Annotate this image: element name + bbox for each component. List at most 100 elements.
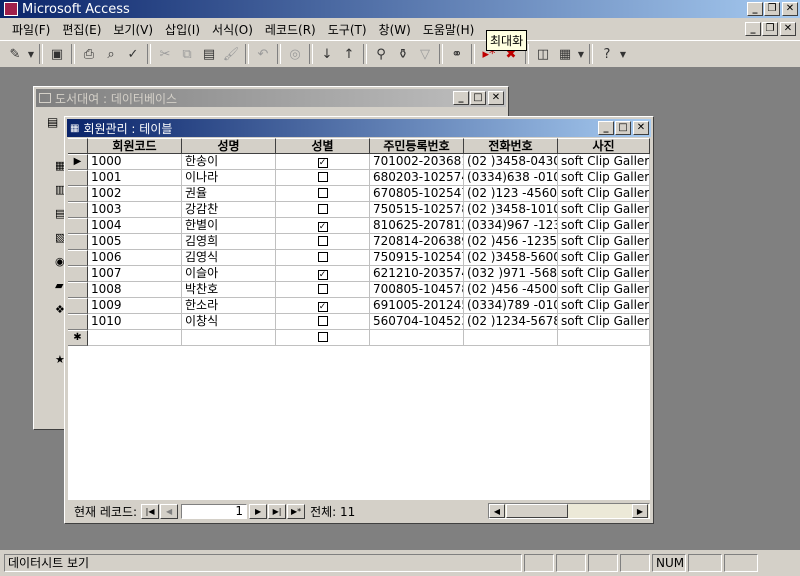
help-icon[interactable]: ? [596, 43, 618, 65]
current-record-field[interactable]: 1 [181, 503, 248, 519]
cell-photo[interactable]: soft Clip Gallery [558, 218, 650, 234]
cell-ssn[interactable]: 560704-1045236 [370, 314, 464, 330]
table-row[interactable]: ▶1000한송이 ✓ 701002-2036812(02 )3458-0430sof… [68, 154, 650, 170]
db-minimize-button[interactable]: _ [453, 91, 469, 105]
cell-gender[interactable]: ✓ [276, 154, 370, 170]
menu-file[interactable]: 파일(F) [6, 21, 56, 38]
scroll-thumb[interactable] [506, 504, 568, 518]
record-selector[interactable] [68, 218, 88, 234]
next-record-button[interactable]: ▶ [249, 503, 268, 519]
cell-name[interactable]: 강감찬 [182, 202, 276, 218]
table-maximize-button[interactable]: □ [615, 121, 631, 135]
cell-name[interactable]: 김영희 [182, 234, 276, 250]
cell-ssn[interactable]: 701002-2036812 [370, 154, 464, 170]
cell-name[interactable]: 이창식 [182, 314, 276, 330]
table-row[interactable]: 1008박찬호 700805-1045781(02 )456 -4500soft … [68, 282, 650, 298]
gender-checkbox[interactable]: ✓ [317, 222, 328, 232]
record-selector[interactable] [68, 234, 88, 250]
sort-descending-icon[interactable]: ↑ [338, 43, 360, 65]
menu-window[interactable]: 창(W) [373, 21, 417, 38]
table-row[interactable]: 1007이슬아 ✓ 621210-2035741(032 )971 -5689sof… [68, 266, 650, 282]
doc-close-button[interactable]: ✕ [780, 22, 796, 36]
doc-restore-button[interactable]: ❐ [762, 22, 778, 36]
format-painter-icon[interactable]: 🖌 [220, 43, 242, 65]
gender-checkbox[interactable]: ✓ [317, 270, 328, 280]
gender-checkbox[interactable] [317, 332, 328, 342]
scroll-left-button[interactable]: ◀ [489, 504, 505, 518]
cell-gender[interactable] [276, 250, 370, 266]
cell-ssn[interactable]: 670805-1025478 [370, 186, 464, 202]
cell-phone[interactable]: (02 )3458-1010 [464, 202, 558, 218]
cell-phone[interactable]: (02 )456 -4500 [464, 282, 558, 298]
view-dropdown-icon[interactable]: ▼ [26, 43, 36, 65]
column-header-phone[interactable]: 전화번호 [464, 138, 558, 154]
cell-name[interactable]: 이슬아 [182, 266, 276, 282]
print-preview-icon[interactable]: ⌕ [100, 43, 122, 65]
cell-name[interactable]: 박찬호 [182, 282, 276, 298]
cell-photo[interactable]: soft Clip Gallery [558, 282, 650, 298]
spelling-icon[interactable]: ✓ [122, 43, 144, 65]
cell-gender[interactable] [276, 202, 370, 218]
horizontal-scrollbar[interactable]: ◀ ▶ [488, 503, 650, 519]
apply-filter-icon[interactable]: ▽ [414, 43, 436, 65]
gender-checkbox[interactable] [317, 316, 328, 326]
close-button[interactable]: ✕ [782, 2, 798, 16]
doc-minimize-button[interactable]: _ [745, 22, 761, 36]
db-close-button[interactable]: ✕ [488, 91, 504, 105]
cell-code[interactable]: 1005 [88, 234, 182, 250]
gender-checkbox[interactable] [317, 188, 328, 198]
cell-photo[interactable] [558, 330, 650, 346]
cell-phone[interactable]: (02 )1234-5678 [464, 314, 558, 330]
insert-hyperlink-icon[interactable]: ◎ [284, 43, 306, 65]
cell-phone[interactable]: (0334)638 -0102 [464, 170, 558, 186]
last-record-button[interactable]: ▶| [268, 503, 287, 519]
cell-ssn[interactable]: 621210-2035741 [370, 266, 464, 282]
record-selector[interactable] [68, 170, 88, 186]
cell-ssn[interactable]: 750915-1025478 [370, 250, 464, 266]
cell-code[interactable]: 1002 [88, 186, 182, 202]
gender-checkbox[interactable]: ✓ [317, 158, 328, 168]
db-open-icon[interactable]: ▤ [47, 115, 58, 129]
cell-ssn[interactable]: 810625-2078124 [370, 218, 464, 234]
print-icon[interactable]: ⎙ [78, 43, 100, 65]
cell-phone[interactable]: (02 )3458-0430 [464, 154, 558, 170]
cell-photo[interactable]: soft Clip Gallery [558, 250, 650, 266]
cell-gender[interactable] [276, 186, 370, 202]
record-selector[interactable] [68, 250, 88, 266]
record-selector[interactable] [68, 298, 88, 314]
menu-edit[interactable]: 편집(E) [56, 21, 107, 38]
cell-code[interactable]: 1006 [88, 250, 182, 266]
cell-phone[interactable]: (032 )971 -5689 [464, 266, 558, 282]
cell-gender[interactable]: ✓ [276, 218, 370, 234]
new-object-dropdown-icon[interactable]: ▼ [576, 43, 586, 65]
cell-ssn[interactable]: 691005-2012457 [370, 298, 464, 314]
cell-name[interactable]: 이나라 [182, 170, 276, 186]
find-icon[interactable]: ⚭ [446, 43, 468, 65]
cell-code[interactable]: 1008 [88, 282, 182, 298]
column-header-ssn[interactable]: 주민등록번호 [370, 138, 464, 154]
gender-checkbox[interactable] [317, 204, 328, 214]
record-selector[interactable] [68, 314, 88, 330]
menu-format[interactable]: 서식(O) [206, 21, 259, 38]
cell-photo[interactable]: soft Clip Gallery [558, 314, 650, 330]
new-record-selector[interactable]: ✱ [68, 330, 88, 346]
table-row[interactable]: 1001이나라 680203-1025741(0334)638 -0102soft… [68, 170, 650, 186]
cell-photo[interactable]: soft Clip Gallery [558, 170, 650, 186]
table-row[interactable]: 1005김영희 720814-2063895(02 )456 -1235soft … [68, 234, 650, 250]
save-icon[interactable]: ▣ [46, 43, 68, 65]
cell-gender[interactable]: ✓ [276, 298, 370, 314]
cell-code[interactable]: 1007 [88, 266, 182, 282]
menu-help[interactable]: 도움말(H) [417, 21, 481, 38]
table-minimize-button[interactable]: _ [598, 121, 614, 135]
record-selector[interactable] [68, 202, 88, 218]
database-window-icon[interactable]: ◫ [532, 43, 554, 65]
cell-name[interactable]: 권율 [182, 186, 276, 202]
previous-record-button[interactable]: ◀ [160, 503, 179, 519]
cell-photo[interactable]: soft Clip Gallery [558, 298, 650, 314]
filter-by-form-icon[interactable]: ⚱ [392, 43, 414, 65]
cell-ssn[interactable]: 700805-1045781 [370, 282, 464, 298]
scroll-right-button[interactable]: ▶ [632, 504, 648, 518]
cell-ssn[interactable]: 680203-1025741 [370, 170, 464, 186]
cell-name[interactable]: 한송이 [182, 154, 276, 170]
select-all-corner[interactable] [68, 138, 88, 154]
